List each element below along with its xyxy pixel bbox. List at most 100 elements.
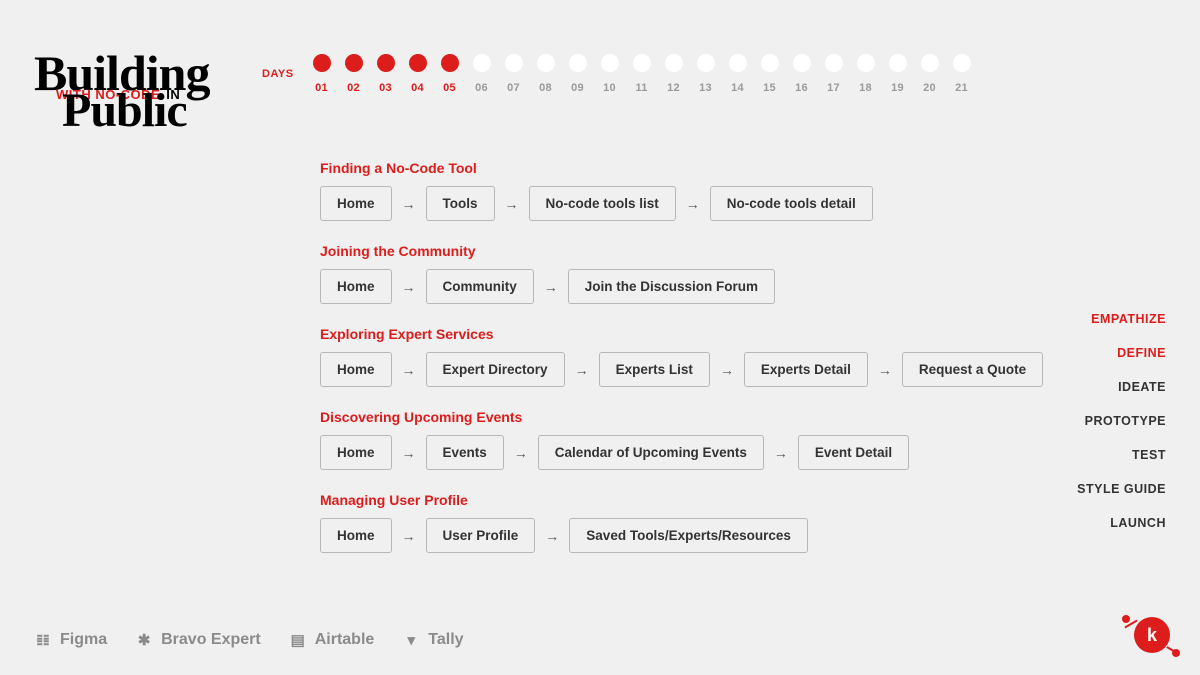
day-number: 11: [635, 82, 647, 94]
days-label: DAYS: [262, 68, 294, 80]
arrow-icon: →: [878, 362, 892, 378]
bravo-icon: ✱: [135, 631, 153, 649]
arrow-icon: →: [505, 196, 519, 212]
day-dot: [921, 54, 939, 72]
day-dot: [505, 54, 523, 72]
day-number: 08: [539, 82, 552, 94]
flow: Finding a No-Code Tool Home → Tools → No-code…: [320, 160, 1043, 221]
days-tracker: DAYS 01 02 03 04 05 06 07 08 09 10 11 12 13 14 15 16 17 1…: [262, 54, 972, 94]
day-number: 18: [859, 82, 872, 94]
flow-step: User Profile: [426, 518, 536, 553]
phase-style-guide[interactable]: STYLE GUIDE: [1077, 482, 1166, 496]
day-dot: [697, 54, 715, 72]
flow-step: Tools: [426, 186, 495, 221]
day-07: 07: [504, 54, 524, 94]
arrow-icon: →: [575, 362, 589, 378]
tool-tally: ▾Tally: [402, 631, 463, 649]
day-number: 05: [443, 82, 456, 94]
day-number: 16: [795, 82, 808, 94]
flow-step: No-code tools detail: [710, 186, 873, 221]
day-number: 17: [827, 82, 840, 94]
day-02: 02: [344, 54, 364, 94]
flow-title: Managing User Profile: [320, 492, 1043, 508]
flow-step: Community: [426, 269, 534, 304]
airtable-icon: ▤: [289, 631, 307, 649]
day-20: 20: [920, 54, 940, 94]
day-dot: [345, 54, 363, 72]
footer-tools: 𝌮 Figma ✱Bravo Expert ▤Airtable ▾Tally: [34, 631, 464, 649]
day-06: 06: [472, 54, 492, 94]
day-dot: [537, 54, 555, 72]
day-number: 12: [667, 82, 680, 94]
day-dot: [793, 54, 811, 72]
day-21: 21: [952, 54, 972, 94]
day-dot: [953, 54, 971, 72]
flow-step: Join the Discussion Forum: [568, 269, 775, 304]
phase-nav: EMPATHIZE DEFINE IDEATE PROTOTYPE TEST STYLE …: [1077, 312, 1166, 530]
phase-ideate[interactable]: IDEATE: [1118, 380, 1166, 394]
flow-step: Events: [426, 435, 504, 470]
flow-step: Event Detail: [798, 435, 909, 470]
flow-step: Home: [320, 518, 392, 553]
day-04: 04: [408, 54, 428, 94]
day-11: 11: [632, 54, 652, 94]
day-dot: [857, 54, 875, 72]
flow-step: Home: [320, 186, 392, 221]
tool-figma: 𝌮 Figma: [34, 631, 107, 649]
day-dot: [761, 54, 779, 72]
phase-launch[interactable]: LAUNCH: [1110, 516, 1166, 530]
day-number: 13: [699, 82, 712, 94]
flow-step: Home: [320, 352, 392, 387]
brand-k-icon: k: [1134, 617, 1170, 653]
flow-title: Finding a No-Code Tool: [320, 160, 1043, 176]
day-number: 19: [891, 82, 904, 94]
logo: Building WITH NO-CODE IN Public: [34, 48, 209, 135]
day-03: 03: [376, 54, 396, 94]
flow: Discovering Upcoming EventsHome→Events→C…: [320, 409, 1043, 470]
day-number: 06: [475, 82, 488, 94]
day-dot: [313, 54, 331, 72]
day-dot: [825, 54, 843, 72]
arrow-icon: →: [720, 362, 734, 378]
flow-steps: Home→Community→Join the Discussion Forum: [320, 269, 1043, 304]
flow-step: Home: [320, 269, 392, 304]
tool-bravo-expert: ✱Bravo Expert: [135, 631, 261, 649]
day-dot: [601, 54, 619, 72]
arrow-icon: →: [774, 445, 788, 461]
flow-step: Saved Tools/Experts/Resources: [569, 518, 808, 553]
day-dot: [569, 54, 587, 72]
phase-test[interactable]: TEST: [1132, 448, 1166, 462]
day-12: 12: [664, 54, 684, 94]
figma-icon: 𝌮: [34, 631, 52, 649]
flow-step: Home: [320, 435, 392, 470]
flow: Exploring Expert ServicesHome→Expert Dir…: [320, 326, 1043, 387]
day-05: 05: [440, 54, 460, 94]
day-10: 10: [600, 54, 620, 94]
day-number: 01: [315, 82, 328, 94]
phase-define[interactable]: DEFINE: [1117, 346, 1166, 360]
flow-title: Discovering Upcoming Events: [320, 409, 1043, 425]
flow-steps: Home→User Profile→Saved Tools/Experts/Re…: [320, 518, 1043, 553]
flow-step: Experts Detail: [744, 352, 868, 387]
arrow-icon: →: [402, 362, 416, 378]
flow: Joining the CommunityHome→Community→Join…: [320, 243, 1043, 304]
day-14: 14: [728, 54, 748, 94]
day-number: 09: [571, 82, 584, 94]
day-15: 15: [760, 54, 780, 94]
flow-step: No-code tools list: [529, 186, 676, 221]
arrow-icon: →: [544, 279, 558, 295]
flow-steps: Home→Expert Directory→Experts List→Exper…: [320, 352, 1043, 387]
day-19: 19: [888, 54, 908, 94]
arrow-icon: →: [545, 528, 559, 544]
day-dot: [473, 54, 491, 72]
phase-empathize[interactable]: EMPATHIZE: [1091, 312, 1166, 326]
day-dot: [889, 54, 907, 72]
day-number: 02: [347, 82, 360, 94]
tool-label: Figma: [60, 631, 107, 649]
day-dot: [377, 54, 395, 72]
phase-prototype[interactable]: PROTOTYPE: [1085, 414, 1166, 428]
flow-title: Exploring Expert Services: [320, 326, 1043, 342]
day-number: 03: [379, 82, 392, 94]
tool-airtable: ▤Airtable: [289, 631, 375, 649]
arrow-icon: →: [402, 196, 416, 212]
